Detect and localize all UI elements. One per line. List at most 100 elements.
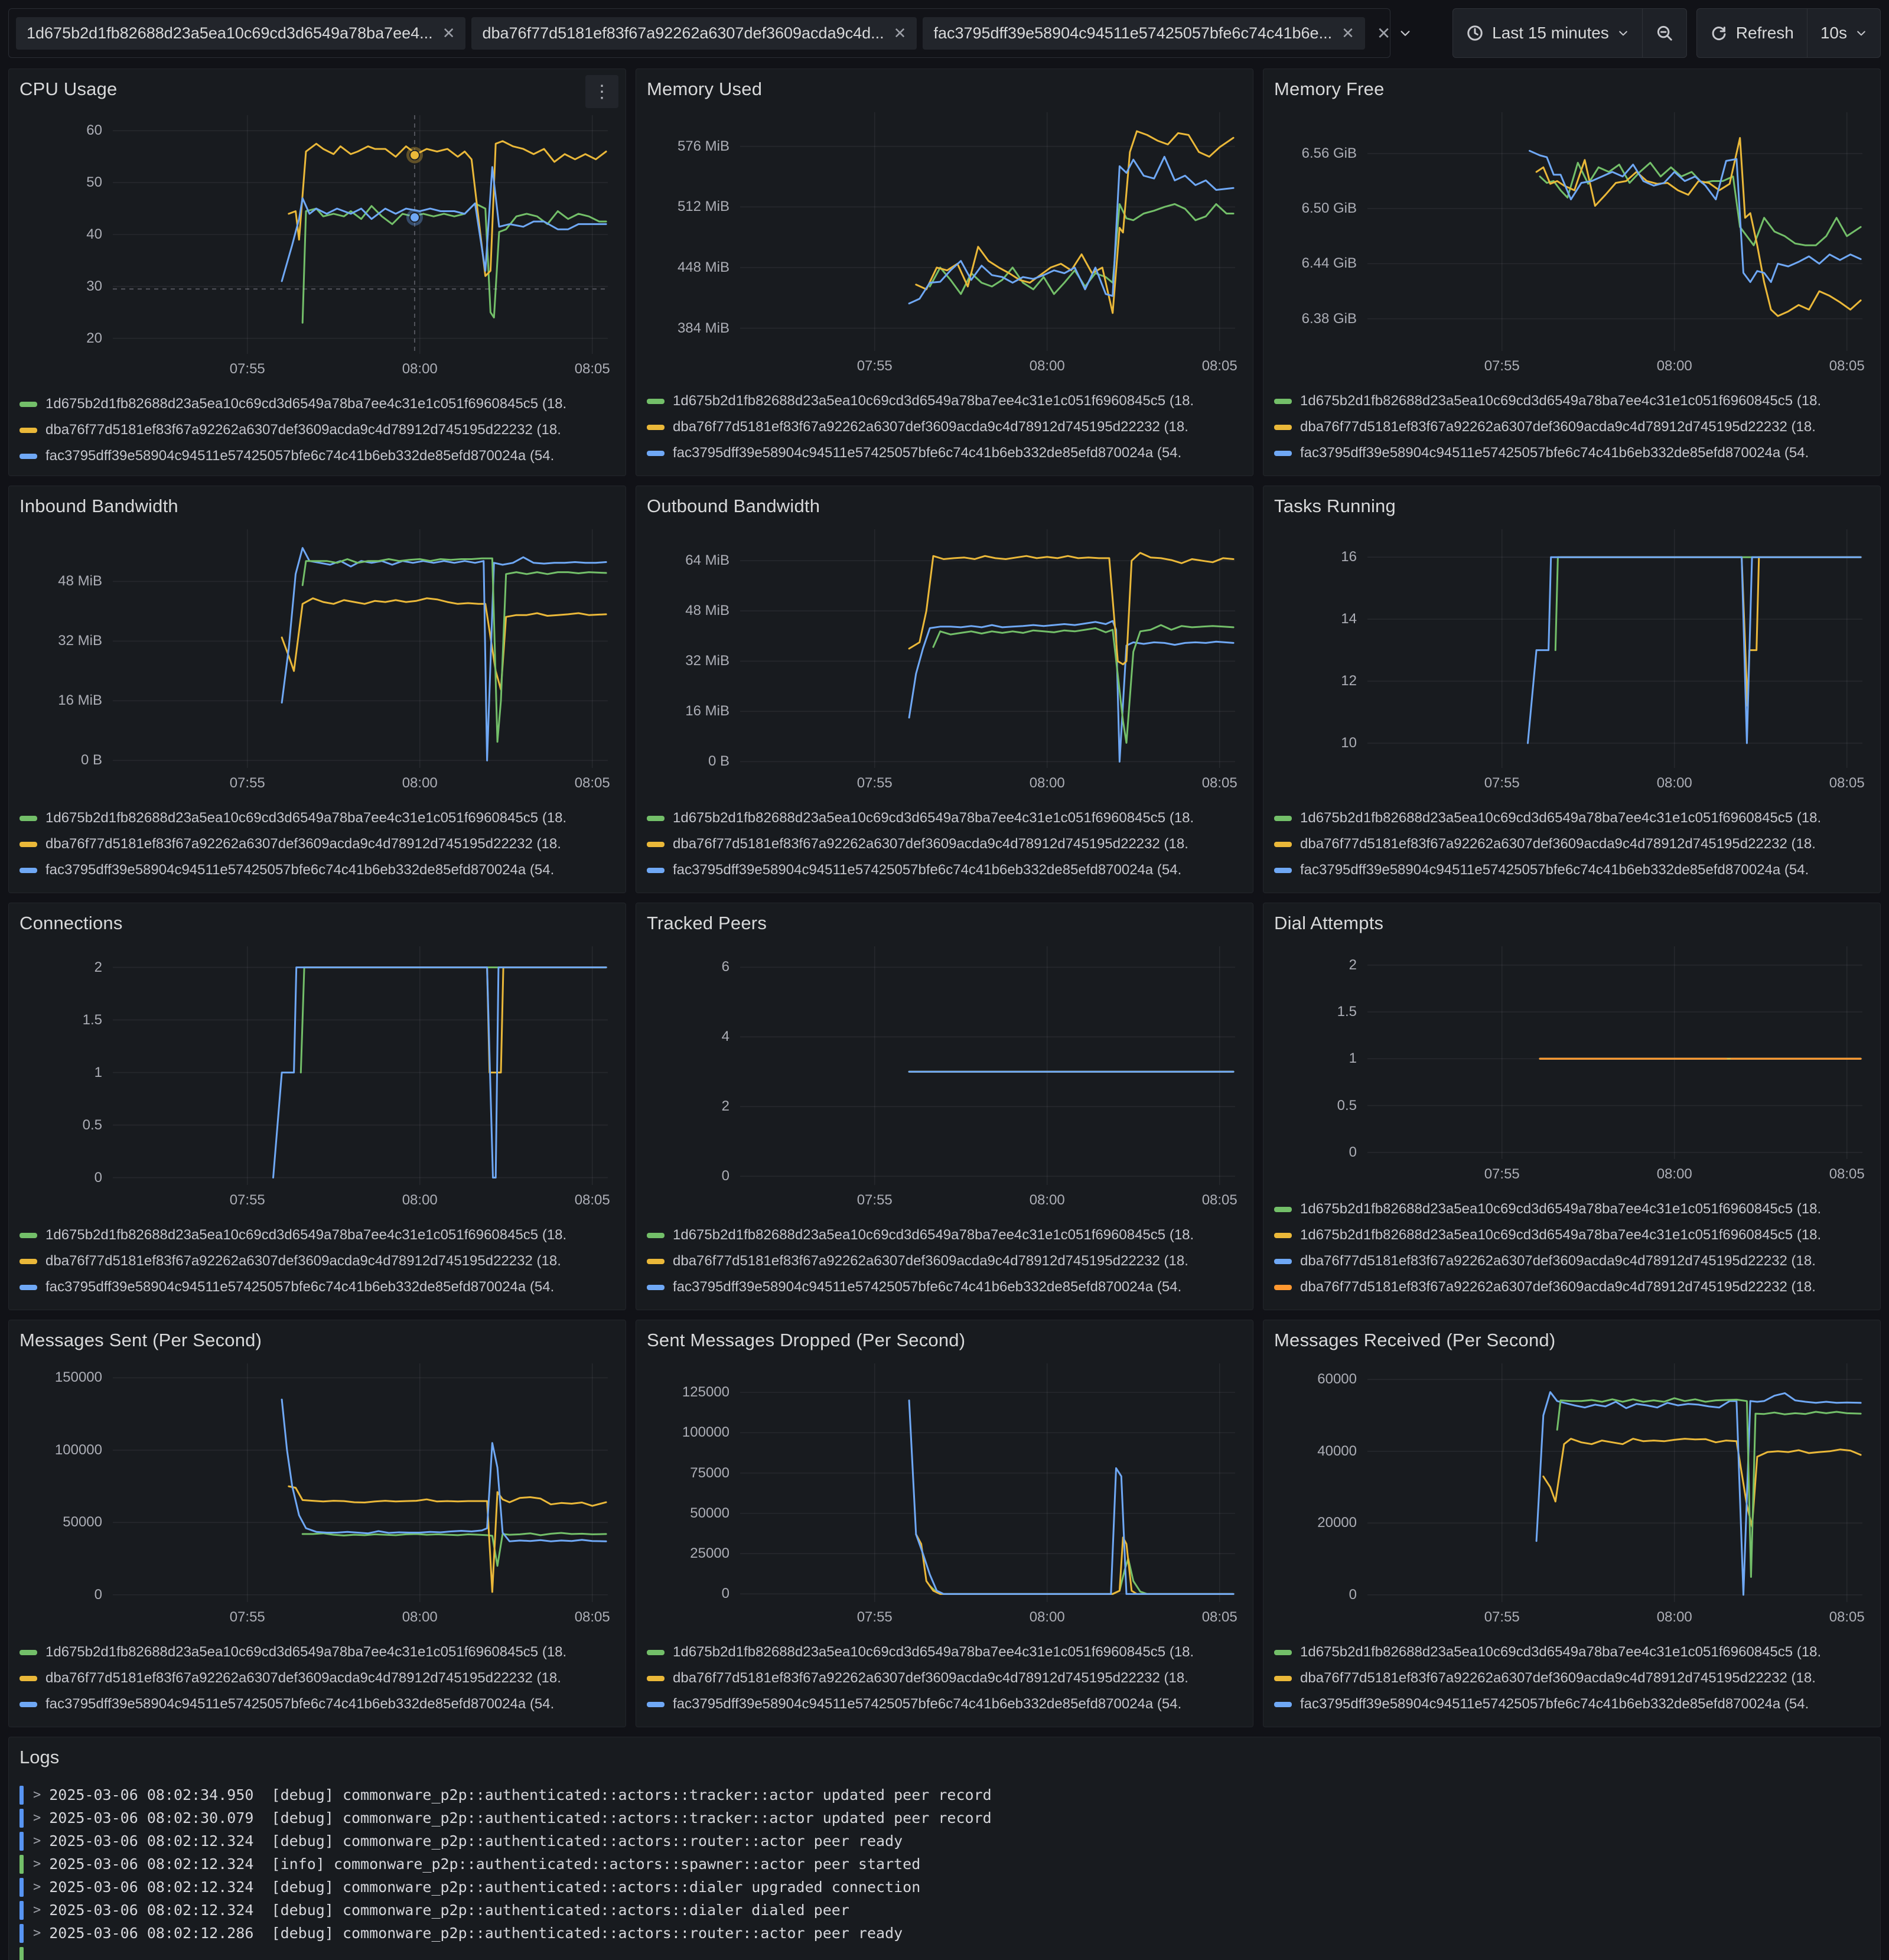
legend-item[interactable]: dba76f77d5181ef83f67a92262a6307def3609ac… — [1274, 414, 1870, 440]
refresh-button[interactable]: Refresh — [1697, 9, 1807, 57]
log-expand-icon[interactable]: > — [33, 1926, 41, 1941]
filter-tag[interactable]: fac3795dff39e58904c94511e57425057bfe6c74… — [923, 17, 1365, 50]
chart-inbound-bandwidth[interactable]: 0 B 16 MiB 32 MiB 48 MiB 07:55 08:00 08:05 — [19, 521, 615, 799]
chart-tracked-peers[interactable]: 0 2 4 6 07:55 08:00 08:05 — [647, 938, 1242, 1216]
log-row[interactable]: >2025-03-06 08:02:12.324 [info] commonwa… — [19, 1852, 1870, 1876]
legend-item[interactable]: dba76f77d5181ef83f67a92262a6307def3609ac… — [647, 831, 1242, 857]
yellow-series-swatch — [19, 841, 37, 847]
log-row[interactable]: >2025-03-06 08:02:12.324 [debug] commonw… — [19, 1899, 1870, 1922]
log-row[interactable]: >2025-03-06 08:02:12.324 [debug] commonw… — [19, 1876, 1870, 1899]
legend-item[interactable]: 1d675b2d1fb82688d23a5ea10c69cd3d6549a78b… — [1274, 805, 1870, 831]
legend-item[interactable]: dba76f77d5181ef83f67a92262a6307def3609ac… — [647, 1665, 1242, 1691]
legend-item[interactable]: 1d675b2d1fb82688d23a5ea10c69cd3d6549a78b… — [19, 391, 615, 417]
legend-label: fac3795dff39e58904c94511e57425057bfe6c74… — [45, 1696, 555, 1712]
legend-item[interactable]: 1d675b2d1fb82688d23a5ea10c69cd3d6549a78b… — [647, 1222, 1242, 1248]
remove-filter-icon[interactable]: ✕ — [442, 25, 455, 41]
legend-item[interactable]: fac3795dff39e58904c94511e57425057bfe6c74… — [647, 1691, 1242, 1717]
clear-filters-icon[interactable]: ✕ — [1377, 24, 1390, 43]
log-row[interactable]: >2025-03-06 08:02:30.079 [debug] commonw… — [19, 1806, 1870, 1829]
legend-item[interactable]: 1d675b2d1fb82688d23a5ea10c69cd3d6549a78b… — [647, 388, 1242, 414]
legend-item[interactable]: dba76f77d5181ef83f67a92262a6307def3609ac… — [19, 1248, 615, 1274]
y-axis-label: 48 MiB — [58, 573, 102, 590]
refresh-label: Refresh — [1735, 24, 1794, 42]
panel-menu-button[interactable]: ⋮ — [585, 75, 618, 108]
chart-cpu-usage[interactable]: 20 30 40 50 60 07:55 08:00 08:05 — [19, 107, 615, 385]
log-expand-icon[interactable]: > — [33, 1788, 41, 1802]
chart-sent-messages-dropped[interactable]: 0 25000 50000 75000 100000 125000 07:55 08:00 08… — [647, 1355, 1242, 1633]
chart-svg — [740, 529, 1235, 768]
x-axis-label: 07:55 — [1484, 358, 1520, 374]
legend-item[interactable]: 1d675b2d1fb82688d23a5ea10c69cd3d6549a78b… — [647, 1639, 1242, 1665]
legend: 1d675b2d1fb82688d23a5ea10c69cd3d6549a78b… — [1274, 388, 1870, 466]
y-axis-label: 6.38 GiB — [1301, 310, 1357, 327]
legend-item[interactable]: 1d675b2d1fb82688d23a5ea10c69cd3d6549a78b… — [1274, 1196, 1870, 1222]
chart-outbound-bandwidth[interactable]: 0 B 16 MiB 32 MiB 48 MiB 64 MiB 07:55 08:00 08:… — [647, 521, 1242, 799]
chart-tasks-running[interactable]: 10 12 14 16 07:55 08:00 08:05 — [1274, 521, 1870, 799]
legend-item[interactable]: 1d675b2d1fb82688d23a5ea10c69cd3d6549a78b… — [1274, 388, 1870, 414]
filter-tag[interactable]: dba76f77d5181ef83f67a92262a6307def3609ac… — [471, 17, 917, 50]
legend-item[interactable]: 1d675b2d1fb82688d23a5ea10c69cd3d6549a78b… — [19, 805, 615, 831]
log-expand-icon[interactable]: > — [33, 1880, 41, 1894]
chart-connections[interactable]: 0 0.5 1 1.5 2 07:55 08:00 08:05 — [19, 938, 615, 1216]
log-expand-icon[interactable]: > — [33, 1834, 41, 1848]
legend-item[interactable]: 1d675b2d1fb82688d23a5ea10c69cd3d6549a78b… — [647, 805, 1242, 831]
log-message: 2025-03-06 08:02:30.079 [debug] commonwa… — [49, 1809, 992, 1826]
remove-filter-icon[interactable]: ✕ — [894, 25, 907, 41]
legend-item[interactable]: dba76f77d5181ef83f67a92262a6307def3609ac… — [19, 1665, 615, 1691]
filter-tag[interactable]: 1d675b2d1fb82688d23a5ea10c69cd3d6549a78b… — [16, 17, 466, 50]
blue-series-swatch — [1274, 867, 1292, 873]
chart-memory-free[interactable]: 6.38 GiB 6.44 GiB 6.50 GiB 6.56 GiB 07:55 08:… — [1274, 104, 1870, 382]
log-row[interactable]: >2025-03-06 08:02:12.324 [debug] commonw… — [19, 1829, 1870, 1852]
log-row[interactable]: >2025-03-06 08:02:34.950 [debug] commonw… — [19, 1783, 1870, 1806]
legend-item[interactable]: dba76f77d5181ef83f67a92262a6307def3609ac… — [19, 417, 615, 443]
legend-item[interactable]: dba76f77d5181ef83f67a92262a6307def3609ac… — [647, 1248, 1242, 1274]
refresh-interval-button[interactable]: 10s — [1806, 9, 1880, 57]
zoom-out-button[interactable] — [1642, 9, 1686, 57]
x-axis-label: 08:00 — [402, 1609, 438, 1625]
blue-series-line — [281, 1398, 607, 1542]
legend-item[interactable]: dba76f77d5181ef83f67a92262a6307def3609ac… — [647, 414, 1242, 440]
log-expand-icon[interactable]: > — [33, 1811, 41, 1825]
legend-item[interactable]: fac3795dff39e58904c94511e57425057bfe6c74… — [19, 1691, 615, 1717]
legend-item[interactable]: fac3795dff39e58904c94511e57425057bfe6c74… — [19, 443, 615, 469]
chart-svg — [740, 1363, 1235, 1602]
chart-dial-attempts[interactable]: 0 0.5 1 1.5 2 07:55 08:00 08:05 — [1274, 938, 1870, 1190]
refresh-group: Refresh 10s — [1696, 8, 1881, 58]
legend-item[interactable]: fac3795dff39e58904c94511e57425057bfe6c74… — [647, 857, 1242, 883]
log-expand-icon[interactable]: > — [33, 1903, 41, 1917]
legend-item[interactable]: dba76f77d5181ef83f67a92262a6307def3609ac… — [1274, 1274, 1870, 1300]
chevron-down-icon[interactable] — [1399, 27, 1412, 40]
legend-item[interactable]: fac3795dff39e58904c94511e57425057bfe6c74… — [1274, 1691, 1870, 1717]
legend-item[interactable]: dba76f77d5181ef83f67a92262a6307def3609ac… — [19, 831, 615, 857]
legend-item[interactable]: 1d675b2d1fb82688d23a5ea10c69cd3d6549a78b… — [19, 1639, 615, 1665]
legend-item[interactable]: fac3795dff39e58904c94511e57425057bfe6c74… — [1274, 857, 1870, 883]
chart-messages-received[interactable]: 0 20000 40000 60000 07:55 08:00 08:05 — [1274, 1355, 1870, 1633]
legend-item[interactable]: 1d675b2d1fb82688d23a5ea10c69cd3d6549a78b… — [19, 1222, 615, 1248]
legend-item[interactable]: fac3795dff39e58904c94511e57425057bfe6c74… — [647, 1274, 1242, 1300]
log-expand-icon[interactable]: > — [33, 1857, 41, 1871]
legend-item[interactable]: dba76f77d5181ef83f67a92262a6307def3609ac… — [1274, 831, 1870, 857]
legend-item[interactable]: 1d675b2d1fb82688d23a5ea10c69cd3d6549a78b… — [1274, 1222, 1870, 1248]
blue-series-swatch — [1274, 450, 1292, 456]
time-range-button[interactable]: Last 15 minutes — [1453, 9, 1642, 57]
legend-item[interactable]: fac3795dff39e58904c94511e57425057bfe6c74… — [647, 440, 1242, 466]
legend-item[interactable]: 1d675b2d1fb82688d23a5ea10c69cd3d6549a78b… — [1274, 1639, 1870, 1665]
y-axis-label: 75000 — [690, 1464, 729, 1481]
y-axis-label: 50000 — [690, 1505, 729, 1521]
chart-messages-sent[interactable]: 0 50000 100000 150000 07:55 08:00 08:05 — [19, 1355, 615, 1633]
legend-item[interactable]: fac3795dff39e58904c94511e57425057bfe6c74… — [19, 857, 615, 883]
legend-item[interactable]: fac3795dff39e58904c94511e57425057bfe6c74… — [19, 1274, 615, 1300]
log-row[interactable]: >2025-03-06 08:02:12.286 [debug] commonw… — [19, 1922, 1870, 1945]
legend-item[interactable]: fac3795dff39e58904c94511e57425057bfe6c74… — [1274, 440, 1870, 466]
legend-item[interactable]: dba76f77d5181ef83f67a92262a6307def3609ac… — [1274, 1248, 1870, 1274]
hover-point — [409, 212, 420, 223]
remove-filter-icon[interactable]: ✕ — [1341, 25, 1354, 41]
panel-tasks-running: Tasks Running 10 12 14 16 07:55 08:00 08:05 1d67… — [1263, 486, 1881, 893]
legend-item[interactable]: dba76f77d5181ef83f67a92262a6307def3609ac… — [1274, 1665, 1870, 1691]
green-series-swatch — [1274, 1206, 1292, 1212]
legend-label: dba76f77d5181ef83f67a92262a6307def3609ac… — [673, 419, 1188, 435]
log-row[interactable] — [19, 1945, 1870, 1960]
y-axis-label: 6.56 GiB — [1301, 145, 1357, 161]
legend-label: fac3795dff39e58904c94511e57425057bfe6c74… — [45, 1279, 555, 1295]
chart-memory-used[interactable]: 384 MiB 448 MiB 512 MiB 576 MiB 07:55 08:00 08… — [647, 104, 1242, 382]
